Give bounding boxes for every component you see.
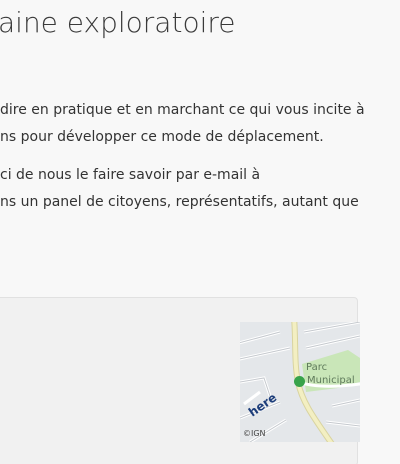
contact-paragraph-line-2: ns un panel de citoyens, représentatifs,… — [0, 194, 359, 210]
contact-paragraph-line-1: ci de nous le faire savoir par e-mail à — [0, 167, 261, 183]
park-label-line-2: Municipal — [307, 375, 355, 386]
park-label-line-1: Parc — [306, 362, 328, 373]
location-pin-icon — [294, 376, 305, 387]
intro-paragraph: dire en pratique et en marchant ce qui v… — [0, 97, 365, 151]
page: aine exploratoire dire en pratique et en… — [0, 0, 400, 464]
contact-paragraph: ci de nous le faire savoir par e-mail à … — [0, 162, 359, 216]
location-map[interactable]: Parc Municipal here ©IGN — [240, 322, 360, 442]
page-title: aine exploratoire — [0, 6, 236, 39]
map-copyright: ©IGN — [243, 429, 266, 438]
intro-paragraph-line-1: dire en pratique et en marchant ce qui v… — [0, 102, 365, 118]
intro-paragraph-line-2: ns pour développer ce mode de déplacemen… — [0, 129, 324, 145]
